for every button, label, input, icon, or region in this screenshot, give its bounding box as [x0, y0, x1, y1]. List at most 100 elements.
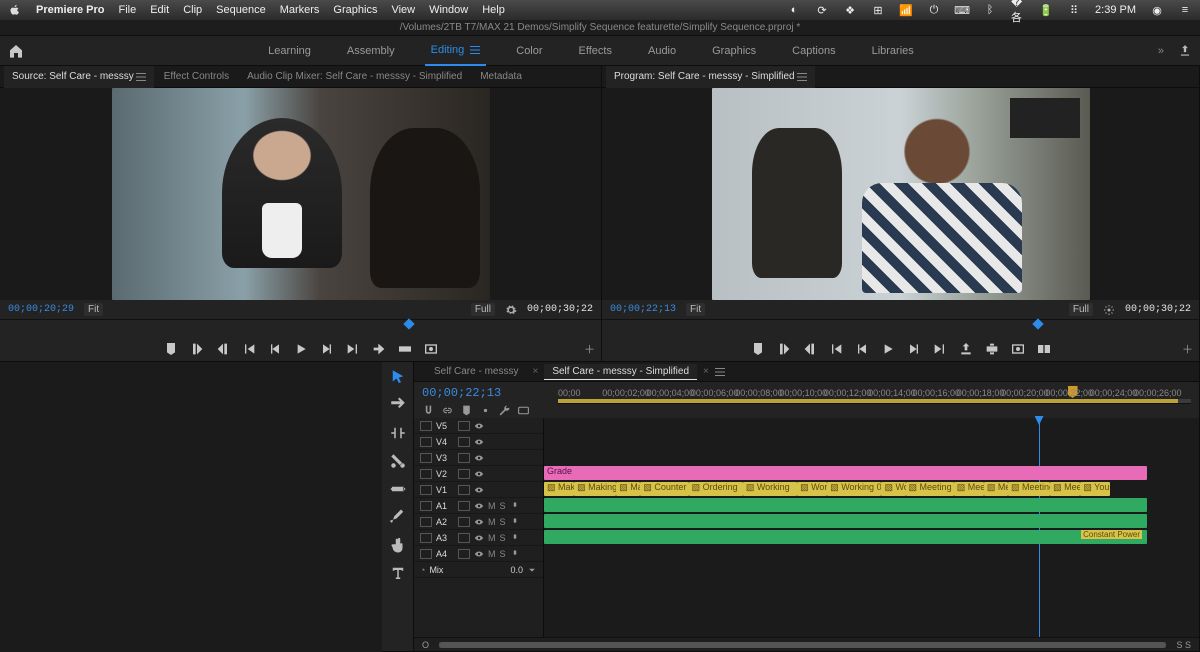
- track-lock[interactable]: [458, 549, 470, 559]
- workspace-effects[interactable]: Effects: [573, 36, 618, 66]
- export-frame-icon[interactable]: [1010, 341, 1026, 357]
- timeline-ruler[interactable]: 00;0000;00;02;0000;00;04;0000;00;06;0000…: [558, 386, 1191, 404]
- eye-icon[interactable]: [474, 533, 484, 543]
- eye-icon[interactable]: [474, 437, 484, 447]
- hamburger-icon[interactable]: [797, 72, 807, 82]
- eye-icon[interactable]: [474, 549, 484, 559]
- video-clip[interactable]: ▧ Worki: [797, 482, 827, 496]
- menu-sequence[interactable]: Sequence: [216, 4, 266, 16]
- menu-window[interactable]: Window: [429, 4, 468, 16]
- timeline-hscroll[interactable]: [439, 642, 1166, 648]
- tracks-area[interactable]: Grade▧ Making C▧ Making C▧ Maki▧ Counter…: [544, 418, 1199, 637]
- hand-tool-icon[interactable]: [389, 536, 407, 554]
- notifications-icon[interactable]: ≡: [1178, 3, 1192, 17]
- comparison-icon[interactable]: [1036, 341, 1052, 357]
- source-viewer[interactable]: [0, 88, 601, 300]
- step-back-icon[interactable]: [267, 341, 283, 357]
- menu-file[interactable]: File: [118, 4, 136, 16]
- program-zoom-select[interactable]: Fit: [686, 303, 705, 316]
- video-clip[interactable]: ▧ You ba: [1080, 482, 1110, 496]
- source-playhead[interactable]: [403, 318, 414, 329]
- tl-footer-left[interactable]: O: [422, 640, 429, 650]
- track-lock[interactable]: [458, 469, 470, 479]
- eye-icon[interactable]: [474, 421, 484, 431]
- hamburger-icon[interactable]: [715, 367, 725, 377]
- menu-graphics[interactable]: Graphics: [333, 4, 377, 16]
- status-icon[interactable]: ◐: [787, 3, 801, 17]
- video-clip[interactable]: ▧ Working: [743, 482, 797, 496]
- video-clip[interactable]: ▧ Working 01: [827, 482, 881, 496]
- video-clip[interactable]: ▧ Counter S: [640, 482, 688, 496]
- workspace-editing[interactable]: Editing: [425, 36, 487, 66]
- track-lock[interactable]: [458, 517, 470, 527]
- export-frame-icon[interactable]: [423, 341, 439, 357]
- wifi-icon[interactable]: �各: [1011, 3, 1025, 17]
- track-target[interactable]: [420, 437, 432, 447]
- go-to-out-icon[interactable]: [932, 341, 948, 357]
- track-header[interactable]: A2 M S: [414, 514, 543, 530]
- track-header[interactable]: V1: [414, 482, 543, 498]
- track-lock[interactable]: [458, 485, 470, 495]
- program-playhead[interactable]: [1032, 318, 1043, 329]
- eye-icon[interactable]: [474, 517, 484, 527]
- workspace-audio[interactable]: Audio: [642, 36, 682, 66]
- slip-tool-icon[interactable]: [389, 480, 407, 498]
- track-lock[interactable]: [458, 437, 470, 447]
- selection-tool-icon[interactable]: [389, 368, 407, 386]
- tab-close-icon[interactable]: ×: [703, 366, 709, 377]
- extract-icon[interactable]: [984, 341, 1000, 357]
- track-target[interactable]: [420, 453, 432, 463]
- program-res-select[interactable]: Full: [1069, 303, 1093, 316]
- marker-icon[interactable]: [460, 404, 473, 417]
- status-icon[interactable]: ⊞: [871, 3, 885, 17]
- go-to-in-icon[interactable]: [241, 341, 257, 357]
- transition-label[interactable]: Constant Power: [1081, 530, 1142, 539]
- track-select-tool-icon[interactable]: [389, 396, 407, 414]
- workspace-libraries[interactable]: Libraries: [866, 36, 920, 66]
- track-header[interactable]: A1 M S: [414, 498, 543, 514]
- hamburger-icon[interactable]: [136, 72, 146, 82]
- eye-icon[interactable]: [474, 485, 484, 495]
- track-header[interactable]: V5: [414, 418, 543, 434]
- eye-icon[interactable]: [474, 453, 484, 463]
- video-clip[interactable]: ▧ Meeting 02: [906, 482, 954, 496]
- track-lock[interactable]: [458, 421, 470, 431]
- add-marker-icon[interactable]: [163, 341, 179, 357]
- menu-clip[interactable]: Clip: [183, 4, 202, 16]
- video-clip[interactable]: ▧ Ordering: [689, 482, 743, 496]
- mic-icon[interactable]: [510, 501, 520, 511]
- workspace-graphics[interactable]: Graphics: [706, 36, 762, 66]
- eye-icon[interactable]: [474, 501, 484, 511]
- add-marker-icon[interactable]: [750, 341, 766, 357]
- apple-menu-icon[interactable]: [8, 3, 22, 17]
- track-lock[interactable]: [458, 533, 470, 543]
- audio-clip[interactable]: [544, 530, 1147, 544]
- snap-icon[interactable]: [422, 404, 435, 417]
- track-header[interactable]: A4 M S: [414, 546, 543, 562]
- adjustment-layer-clip[interactable]: Grade: [544, 466, 1147, 480]
- mic-icon[interactable]: [510, 517, 520, 527]
- siri-icon[interactable]: ◉: [1150, 3, 1164, 17]
- menu-view[interactable]: View: [391, 4, 415, 16]
- menu-markers[interactable]: Markers: [280, 4, 320, 16]
- video-clip[interactable]: ▧ Meeti: [954, 482, 984, 496]
- tab-source[interactable]: Source: Self Care - messsy: [4, 66, 154, 88]
- sequence-tab[interactable]: Self Care - messsy: [426, 364, 526, 379]
- mark-out-icon[interactable]: [215, 341, 231, 357]
- track-header[interactable]: A3 M S: [414, 530, 543, 546]
- workspace-captions[interactable]: Captions: [786, 36, 841, 66]
- track-target[interactable]: [420, 485, 432, 495]
- home-icon[interactable]: [8, 43, 24, 59]
- mark-out-icon[interactable]: [802, 341, 818, 357]
- timeline-tc[interactable]: 00;00;22;13: [422, 386, 544, 400]
- button-editor-icon[interactable]: ＋: [584, 341, 595, 357]
- video-clip[interactable]: ▧ Meeti: [984, 482, 1008, 496]
- tab-program[interactable]: Program: Self Care - messsy - Simplified: [606, 66, 815, 88]
- track-target[interactable]: [420, 421, 432, 431]
- go-to-in-icon[interactable]: [828, 341, 844, 357]
- track-lock[interactable]: [458, 501, 470, 511]
- wrench-icon[interactable]: [498, 404, 511, 417]
- status-icon[interactable]: ⟳: [815, 3, 829, 17]
- audio-clip[interactable]: [544, 498, 1147, 512]
- track-target[interactable]: [420, 549, 432, 559]
